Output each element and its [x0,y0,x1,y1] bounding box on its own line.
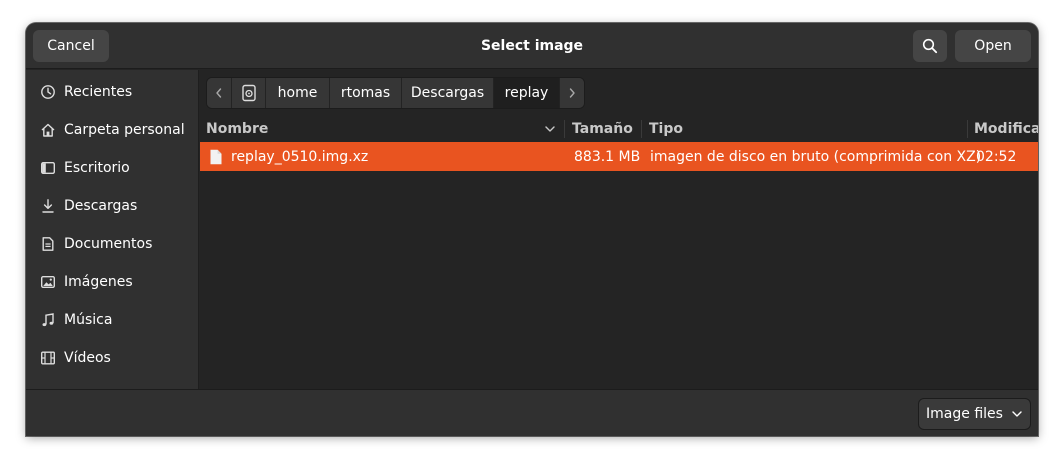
cancel-button[interactable]: Cancel [33,30,109,62]
sort-chevron-down-icon [544,123,556,139]
sidebar-item-imagenes[interactable]: Imágenes [26,264,199,300]
search-icon [922,38,938,54]
file-type: imagen de disco en bruto (comprimida con… [650,148,982,165]
open-button[interactable]: Open [955,30,1031,62]
sidebar-item-label: Descargas [64,198,138,214]
column-label: Tamaño [572,121,633,137]
file-icon [209,142,223,171]
sidebar-item-label: Carpeta personal [64,122,185,138]
column-label: Nombre [206,121,269,137]
path-back-button[interactable] [207,78,232,108]
crumb-replay[interactable]: replay [494,78,560,108]
places-sidebar: Recientes Carpeta personal Escritorio De… [26,70,199,389]
column-header-nombre[interactable]: Nombre [206,117,534,141]
header-bar: Cancel Select image Open [26,23,1038,69]
column-header-tamano[interactable]: Tamaño [572,117,642,141]
sidebar-item-label: Imágenes [64,274,133,290]
desktop-icon [40,160,56,176]
drive-icon [241,84,256,102]
file-filter-label: Image files [926,406,1003,422]
sidebar-item-label: Escritorio [64,160,130,176]
sidebar-item-documentos[interactable]: Documentos [26,226,199,262]
search-button[interactable] [913,30,947,62]
column-separator [564,120,565,138]
sidebar-item-label: Documentos [64,236,153,252]
sidebar-item-label: Música [64,312,113,328]
sidebar-item-musica[interactable]: Música [26,302,199,338]
dialog-title: Select image [480,38,584,54]
document-icon [40,236,56,252]
image-icon [40,274,56,290]
file-modified: 02:52 [976,148,1017,165]
sidebar-item-label: Recientes [64,84,133,100]
file-list-header: Nombre Tamaño Tipo Modificado [200,117,1038,141]
path-forward-button[interactable] [560,78,584,108]
chevron-down-icon [1012,411,1022,417]
crumb-descargas[interactable]: Descargas [402,78,494,108]
home-icon [40,122,56,138]
music-icon [40,312,56,328]
path-root-button[interactable] [232,78,266,108]
file-chooser-dialog: Cancel Select image Open Recientes Carpe… [26,23,1038,436]
column-separator [967,120,968,138]
dialog-title-wrap: Select image [26,23,1038,69]
video-icon [40,350,56,366]
chevron-right-icon [569,88,575,98]
column-header-modificado[interactable]: Modificado [974,117,1038,141]
sidebar-item-recientes[interactable]: Recientes [26,74,199,110]
file-row[interactable]: replay_0510.img.xz 883.1 MB imagen de di… [200,142,1038,171]
path-bar: home rtomas Descargas replay [206,77,585,109]
column-separator [641,120,642,138]
file-name: replay_0510.img.xz [231,148,369,165]
chevron-left-icon [216,88,222,98]
sidebar-item-carpeta-personal[interactable]: Carpeta personal [26,112,199,148]
sidebar-item-descargas[interactable]: Descargas [26,188,199,224]
dialog-footer: Image files [26,389,1038,436]
sidebar-item-label: Vídeos [64,350,111,366]
download-icon [40,198,56,214]
column-header-tipo[interactable]: Tipo [649,117,949,141]
crumb-rtomas[interactable]: rtomas [330,78,402,108]
clock-icon [40,84,56,100]
file-size: 883.1 MB [574,148,641,165]
column-label: Modificado [974,121,1038,137]
file-filter-dropdown[interactable]: Image files [918,398,1031,430]
crumb-home[interactable]: home [266,78,330,108]
column-label: Tipo [649,121,683,137]
sidebar-item-videos[interactable]: Vídeos [26,340,199,376]
sidebar-item-escritorio[interactable]: Escritorio [26,150,199,186]
